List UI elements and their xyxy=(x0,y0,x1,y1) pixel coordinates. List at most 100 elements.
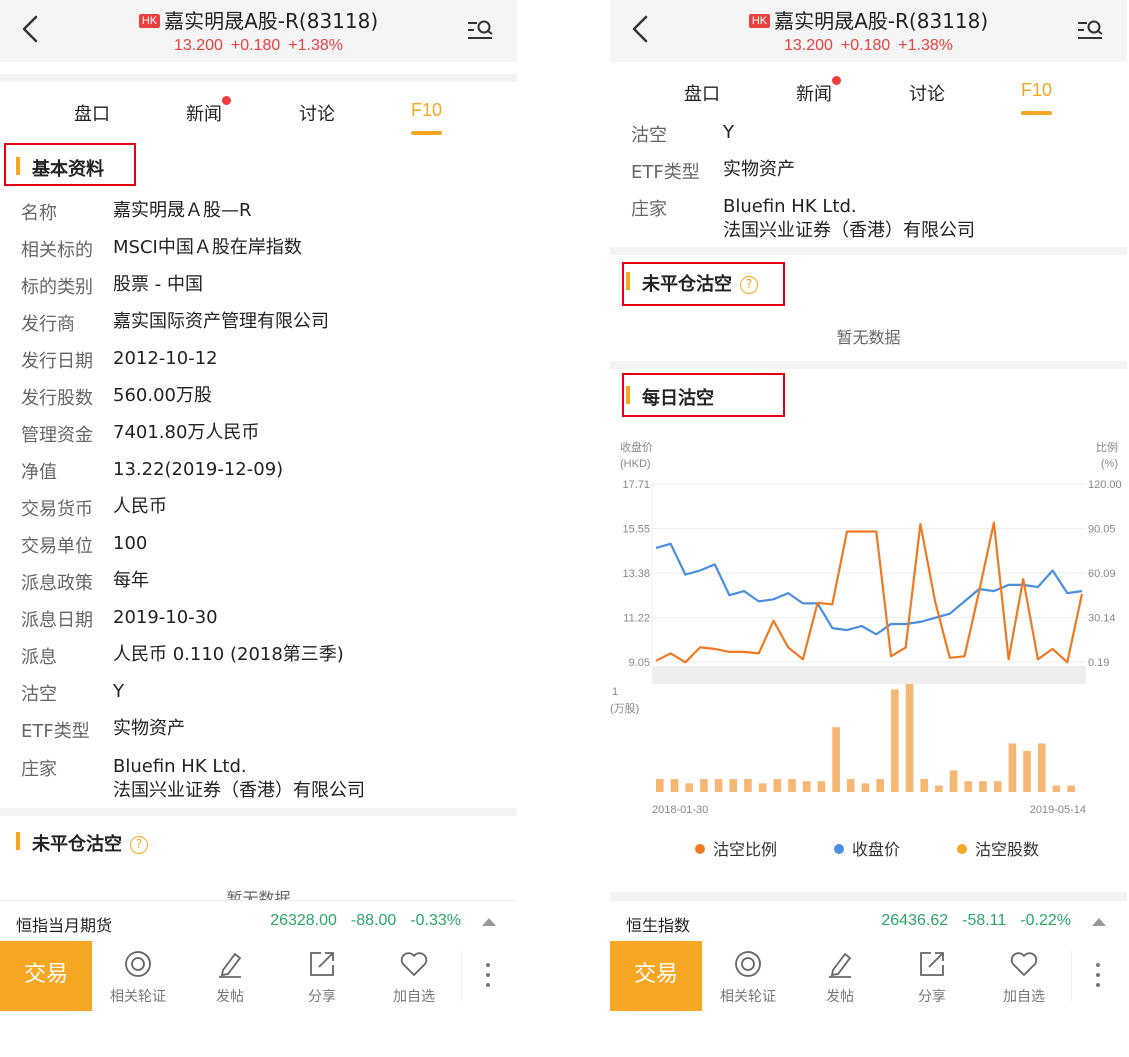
right-axis-label-1: 比例 xyxy=(1096,440,1118,454)
short-volume-bar xyxy=(1052,785,1061,792)
right-tick-label: 90.05 xyxy=(1088,524,1116,536)
tab-discussion[interactable]: 讨论 xyxy=(299,100,335,126)
news-dot xyxy=(222,96,231,105)
bottom-toolbar: 交易 相关轮证 发帖 分享 加自选 xyxy=(0,941,517,1011)
stock-price: 13.200 xyxy=(783,37,833,54)
tab-pankou[interactable]: 盘口 xyxy=(684,80,720,106)
legend-item-short-volume[interactable]: 沽空股数 xyxy=(957,836,1039,860)
volume-unit-label-2: (万股) xyxy=(610,702,639,715)
news-dot xyxy=(832,76,841,85)
search-menu-icon[interactable] xyxy=(1075,16,1105,46)
tab-underline xyxy=(411,131,443,135)
short-volume-bar xyxy=(905,684,914,792)
tab-news[interactable]: 新闻 xyxy=(796,76,841,106)
share-icon xyxy=(920,952,944,976)
volume-unit-label-1: 1 xyxy=(612,686,618,698)
no-data-text: 暂无数据 xyxy=(836,328,901,347)
share-button[interactable]: 分享 xyxy=(886,941,978,1011)
left-tick-label: 9.05 xyxy=(629,657,650,669)
divider xyxy=(610,892,1127,900)
short-volume-bar xyxy=(876,779,884,792)
more-vertical-icon[interactable] xyxy=(1080,961,1120,991)
left-axis-label-2: (HKD) xyxy=(620,458,651,470)
legend-item-close-price[interactable]: 收盘价 xyxy=(834,836,900,860)
index-ticker[interactable]: 恒生指数 26436.62 -58.11 -0.22% xyxy=(610,900,1127,942)
warrant-icon xyxy=(125,951,151,977)
short-ratio-line xyxy=(655,521,1084,664)
tab-bar: 盘口 新闻 讨论 F10 xyxy=(610,62,1127,122)
left-tick-label: 15.55 xyxy=(622,524,650,536)
short-volume-bar xyxy=(993,781,1002,792)
short-volume-bar xyxy=(656,779,664,792)
short-volume-bar xyxy=(920,779,929,792)
expand-caret-icon[interactable] xyxy=(1092,918,1106,926)
short-volume-bar xyxy=(758,783,767,792)
tab-underline xyxy=(1021,111,1053,115)
left-axis-label-1: 收盘价 xyxy=(620,440,653,454)
stock-name: 嘉实明晟A股-R(83118) xyxy=(164,9,379,33)
expand-caret-icon[interactable] xyxy=(482,918,496,926)
post-button[interactable]: 发帖 xyxy=(794,941,886,1011)
left-tick-label: 13.38 xyxy=(622,568,650,580)
short-volume-bar xyxy=(802,781,811,792)
short-volume-bar xyxy=(670,779,679,792)
tab-news[interactable]: 新闻 xyxy=(186,96,231,126)
legend-item-short-ratio[interactable]: 沽空比例 xyxy=(695,836,777,860)
short-volume-bar xyxy=(846,779,855,792)
more-vertical-icon[interactable] xyxy=(470,961,510,991)
short-volume-bar xyxy=(832,727,840,792)
help-icon[interactable]: ? xyxy=(130,836,148,854)
divider xyxy=(0,74,517,82)
left-tick-label: 11.22 xyxy=(623,613,650,625)
short-volume-bar xyxy=(891,689,899,792)
divider xyxy=(0,808,517,816)
highlight-box xyxy=(622,262,785,306)
share-button[interactable]: 分享 xyxy=(276,941,368,1011)
related-warrants-button[interactable]: 相关轮证 xyxy=(702,941,794,1011)
short-volume-bar xyxy=(964,781,973,792)
highlight-box xyxy=(4,143,136,186)
trade-button[interactable]: 交易 xyxy=(0,941,92,1011)
index-ticker[interactable]: 恒指当月期货 26328.00 -88.00 -0.33% xyxy=(0,900,517,942)
toolbar-separator xyxy=(461,951,462,1001)
tab-discussion[interactable]: 讨论 xyxy=(909,80,945,106)
right-tick-label: 0.19 xyxy=(1088,657,1109,669)
share-icon xyxy=(310,952,334,976)
section-open-short: 未平仓沽空? xyxy=(0,820,517,864)
pen-icon xyxy=(829,952,852,978)
short-volume-bar xyxy=(861,783,870,792)
post-button[interactable]: 发帖 xyxy=(184,941,276,1011)
add-watchlist-button[interactable]: 加自选 xyxy=(978,941,1070,1011)
left-screen: HK 嘉实明晟A股-R(83118) 13.200 +0.180 +1.38% 盘口 … xyxy=(0,0,517,1057)
tab-bar: 盘口 新闻 讨论 F10 xyxy=(0,82,517,142)
divider xyxy=(610,247,1127,255)
stock-quote: 13.200 +0.180 +1.38% xyxy=(0,37,517,55)
short-volume-bar xyxy=(1023,750,1031,792)
stock-change: +0.180 xyxy=(840,37,891,54)
short-volume-bar xyxy=(1008,743,1017,792)
trade-button[interactable]: 交易 xyxy=(610,941,702,1011)
tab-f10[interactable]: F10 xyxy=(411,100,443,135)
short-volume-bar xyxy=(1037,743,1046,792)
close-price-line xyxy=(655,542,1083,636)
hk-badge: HK xyxy=(748,14,771,28)
add-watchlist-button[interactable]: 加自选 xyxy=(368,941,460,1011)
stock-title: HK 嘉实明晟A股-R(83118) xyxy=(610,5,1127,34)
stock-title: HK 嘉实明晟A股-R(83118) xyxy=(0,5,517,34)
warrant-icon xyxy=(735,951,761,977)
highlight-box xyxy=(622,373,785,417)
short-volume-bar xyxy=(685,783,694,792)
search-menu-icon[interactable] xyxy=(465,16,495,46)
section-marker xyxy=(16,832,20,850)
right-tick-label: 30.14 xyxy=(1088,613,1116,625)
nav-header: HK 嘉实明晟A股-R(83118) 13.200 +0.180 +1.38% xyxy=(0,0,517,62)
short-volume-bar xyxy=(729,779,738,792)
heart-icon xyxy=(400,952,428,976)
short-volume-bar xyxy=(817,781,826,792)
stock-quote: 13.200 +0.180 +1.38% xyxy=(610,37,1127,55)
right-axis-label-2: (%) xyxy=(1101,458,1118,470)
tab-f10[interactable]: F10 xyxy=(1021,80,1053,115)
related-warrants-button[interactable]: 相关轮证 xyxy=(92,941,184,1011)
stock-change: +0.180 xyxy=(230,37,281,54)
tab-pankou[interactable]: 盘口 xyxy=(74,100,110,126)
